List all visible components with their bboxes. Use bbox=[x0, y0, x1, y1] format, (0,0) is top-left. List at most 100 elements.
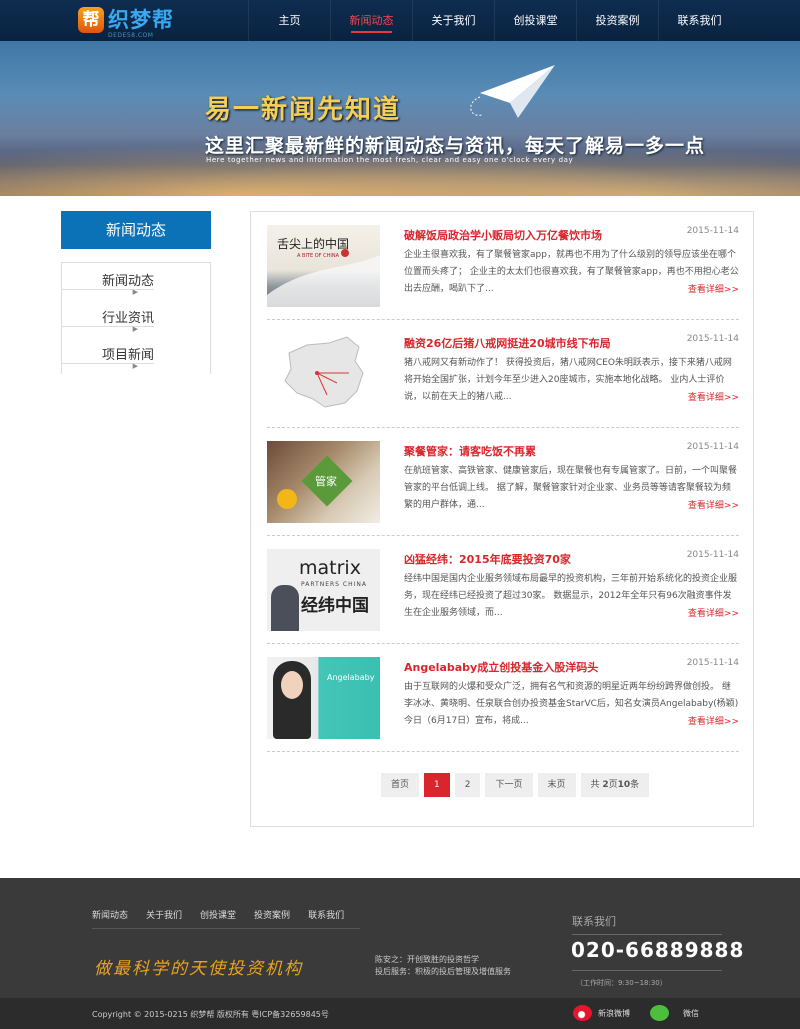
nav-news[interactable]: 新闻动态 bbox=[330, 0, 412, 41]
news-date: 2015-11-14 bbox=[686, 442, 739, 452]
footer: 新闻动态 关于我们 创投课堂 投资案例 联系我们 做最科学的天使投资机构 陈安之… bbox=[0, 878, 800, 1029]
logo[interactable]: 帮 织梦帮 DEDE58.COM bbox=[78, 7, 174, 39]
page-total-prefix: 共 bbox=[590, 780, 603, 790]
banner-title: 易一新闻先知道 bbox=[205, 95, 402, 125]
news-date: 2015-11-14 bbox=[686, 550, 739, 560]
nav-classroom[interactable]: 创投课堂 bbox=[494, 0, 576, 41]
nav-about[interactable]: 关于我们 bbox=[412, 0, 494, 41]
news-thumbnail[interactable]: matrix PARTNERS CHINA 经纬中国 bbox=[267, 549, 380, 631]
news-thumbnail[interactable]: 舌尖上的中国 A BITE OF CHINA bbox=[267, 225, 380, 307]
footer-nav-label: 创投课堂 bbox=[200, 911, 237, 921]
read-more-link[interactable]: 查看详细>> bbox=[688, 714, 739, 727]
pagination: 首页 1 2 下一页 末页 共 2页10条 bbox=[381, 773, 654, 797]
nav-contact[interactable]: 联系我们 bbox=[658, 0, 740, 41]
news-list: 舌尖上的中国 A BITE OF CHINA 破解饭局政治学小贩局切入万亿餐饮市… bbox=[250, 211, 754, 827]
sidebar-item-label: 项目新闻 bbox=[102, 348, 155, 363]
weibo-icon bbox=[573, 1005, 592, 1021]
contact-divider bbox=[572, 970, 722, 971]
footer-nav-about[interactable]: 关于我们 bbox=[146, 907, 200, 921]
footer-text-line1: 陈安之：开创致胜的投资哲学 bbox=[375, 955, 479, 964]
chevron-right-icon: ▶ bbox=[132, 325, 139, 333]
sidebar-heading: 新闻动态 bbox=[61, 211, 211, 249]
sidebar: 新闻动态 新闻动态 ▶ 行业资讯 ▶ 项目新闻 ▶ bbox=[61, 211, 211, 374]
item-count-unit: 条 bbox=[630, 780, 640, 790]
footer-text-line2: 投后服务：积极的投后管理及增值服务 bbox=[375, 967, 511, 976]
page-total: 共 2页10条 bbox=[580, 773, 650, 797]
main-nav: 主页 新闻动态 关于我们 创投课堂 投资案例 联系我们 bbox=[248, 0, 740, 41]
footer-nav-label: 关于我们 bbox=[146, 911, 183, 921]
contact-divider bbox=[572, 934, 722, 935]
news-thumbnail[interactable]: Angelababy bbox=[267, 657, 380, 739]
news-title[interactable]: 融资26亿后猪八戒网挺进20城市线下布局 bbox=[404, 335, 611, 351]
page-2-button[interactable]: 2 bbox=[454, 773, 481, 797]
read-more-link[interactable]: 查看详细>> bbox=[688, 390, 739, 403]
list-item: 管家 聚餐管家：请客吃饭不再累 2015-11-14 在航班管家、高铁管家、健康… bbox=[267, 428, 739, 536]
paper-plane-icon bbox=[470, 65, 555, 118]
top-navbar: 帮 织梦帮 DEDE58.COM 主页 新闻动态 关于我们 创投课堂 投资案例 … bbox=[0, 0, 800, 41]
list-item: 舌尖上的中国 A BITE OF CHINA 破解饭局政治学小贩局切入万亿餐饮市… bbox=[267, 212, 739, 320]
sidebar-item-industry[interactable]: 行业资讯 ▶ bbox=[62, 311, 155, 333]
news-date: 2015-11-14 bbox=[686, 658, 739, 668]
page-last-button[interactable]: 末页 bbox=[537, 773, 576, 797]
nav-home[interactable]: 主页 bbox=[248, 0, 330, 41]
chevron-right-icon: ▶ bbox=[132, 362, 139, 370]
china-map-graphic bbox=[284, 336, 364, 408]
sidebar-item-label: 行业资讯 bbox=[102, 311, 155, 326]
weibo-link[interactable]: 新浪微博 bbox=[573, 1005, 630, 1021]
contact-label: 联系我们 bbox=[572, 915, 616, 928]
sidebar-item-projects[interactable]: 项目新闻 ▶ bbox=[62, 348, 155, 370]
page-first-button[interactable]: 首页 bbox=[381, 773, 420, 797]
nav-cases[interactable]: 投资案例 bbox=[576, 0, 658, 41]
contact-hours: （工作时间：9:30~18:30） bbox=[576, 979, 667, 987]
footer-slogan: 做最科学的天使投资机构 bbox=[94, 959, 303, 979]
hero-banner: 易一新闻先知道 这里汇聚最新鲜的新闻动态与资讯，每天了解易一多一点 Here t… bbox=[0, 41, 800, 196]
news-thumbnail[interactable]: 管家 bbox=[267, 441, 380, 523]
news-thumbnail[interactable] bbox=[267, 333, 380, 415]
page-next-button[interactable]: 下一页 bbox=[485, 773, 533, 797]
news-title[interactable]: 破解饭局政治学小贩局切入万亿餐饮市场 bbox=[404, 227, 602, 243]
flower-graphic bbox=[277, 489, 297, 509]
read-more-link[interactable]: 查看详细>> bbox=[688, 606, 739, 619]
banner-english: Here together news and information the m… bbox=[206, 156, 574, 164]
read-more-link[interactable]: 查看详细>> bbox=[688, 498, 739, 511]
footer-nav-cases[interactable]: 投资案例 bbox=[254, 907, 308, 921]
footer-nav-label: 投资案例 bbox=[254, 911, 291, 921]
item-count: 10 bbox=[617, 780, 631, 790]
banner-subtitle: 这里汇聚最新鲜的新闻动态与资讯，每天了解易一多一点 bbox=[205, 135, 706, 157]
page-count-unit: 页 bbox=[608, 780, 618, 790]
news-date: 2015-11-14 bbox=[686, 226, 739, 236]
contact-phone: 020-66889888 bbox=[571, 938, 745, 962]
sidebar-item-news[interactable]: 新闻动态 ▶ bbox=[62, 274, 155, 296]
face-graphic bbox=[281, 671, 303, 699]
sidebar-list: 新闻动态 ▶ 行业资讯 ▶ 项目新闻 ▶ bbox=[61, 262, 211, 374]
logo-subtext: DEDE58.COM bbox=[108, 32, 154, 39]
thumb-caption: matrix bbox=[299, 557, 361, 579]
footer-nav-label: 联系我们 bbox=[308, 911, 345, 921]
weixin-label: 微信 bbox=[683, 1008, 699, 1018]
footer-bottom-bar: Copyright © 2015-0215 织梦帮 版权所有 粤ICP备3265… bbox=[0, 998, 800, 1029]
weixin-link[interactable]: 微信 bbox=[650, 1005, 699, 1021]
footer-nav-classroom[interactable]: 创投课堂 bbox=[200, 907, 254, 921]
person-graphic bbox=[271, 585, 299, 631]
page-1-button[interactable]: 1 bbox=[424, 773, 450, 797]
news-date: 2015-11-14 bbox=[686, 334, 739, 344]
news-title[interactable]: 聚餐管家：请客吃饭不再累 bbox=[404, 443, 536, 459]
wechat-icon bbox=[650, 1005, 669, 1021]
thumb-caption-sub: PARTNERS CHINA bbox=[301, 581, 367, 588]
footer-nav: 新闻动态 关于我们 创投课堂 投资案例 联系我们 bbox=[92, 907, 362, 921]
thumb-caption-cn: 经纬中国 bbox=[301, 596, 369, 616]
sidebar-item-label: 新闻动态 bbox=[102, 274, 155, 289]
list-item: matrix PARTNERS CHINA 经纬中国 凶猛经纬：2015年底要投… bbox=[267, 536, 739, 644]
list-item: Angelababy Angelababy成立创投基金入股洋码头 2015-11… bbox=[267, 644, 739, 752]
read-more-link[interactable]: 查看详细>> bbox=[688, 282, 739, 295]
weibo-label: 新浪微博 bbox=[598, 1008, 630, 1018]
news-title[interactable]: Angelababy成立创投基金入股洋码头 bbox=[404, 659, 598, 675]
thumb-caption: Angelababy bbox=[327, 673, 375, 682]
footer-nav-contact[interactable]: 联系我们 bbox=[308, 907, 362, 921]
thumb-caption: 管家 bbox=[315, 475, 337, 488]
news-title[interactable]: 凶猛经纬：2015年底要投资70家 bbox=[404, 551, 571, 567]
footer-divider bbox=[92, 928, 360, 929]
logo-text: 织梦帮 bbox=[108, 8, 174, 32]
footer-nav-news[interactable]: 新闻动态 bbox=[92, 907, 146, 921]
thumb-graphic bbox=[267, 249, 380, 307]
